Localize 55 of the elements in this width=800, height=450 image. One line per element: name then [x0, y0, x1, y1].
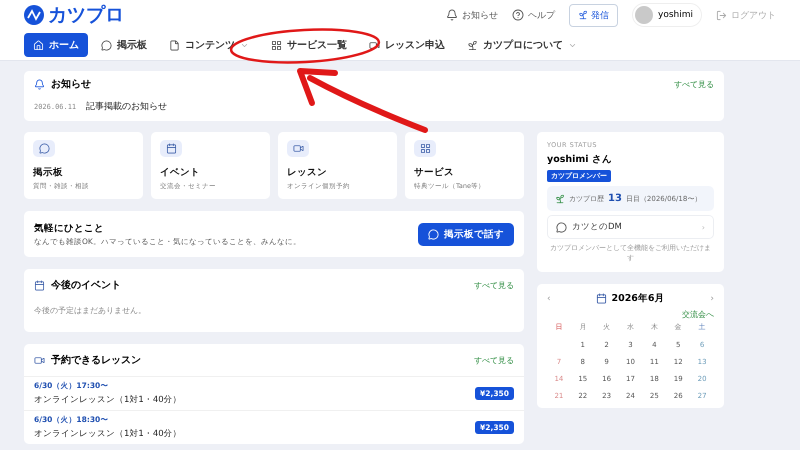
video-camera-icon — [369, 40, 380, 50]
user-name: yoshimi さん — [547, 153, 612, 166]
calendar-icon — [596, 293, 608, 304]
logo-text[interactable]: カツプロ — [48, 2, 124, 28]
empty-message: 今後の予定はまだありません。 — [33, 305, 147, 317]
nav-tab[interactable]: カツプロについて — [458, 33, 586, 57]
sprout-icon — [555, 194, 565, 204]
header-link[interactable]: ヘルプ — [512, 8, 555, 22]
calendar-title: 2026年6月 — [611, 292, 665, 305]
calendar-icon — [166, 143, 176, 154]
dm-link[interactable]: カツとのDM › — [547, 215, 714, 239]
lesson-title[interactable]: オンラインレッスン（1対1・40分） — [34, 428, 476, 440]
chat-bubble-icon — [101, 40, 112, 50]
chat-bubble-icon — [556, 222, 567, 232]
nav-tab[interactable]: レッスン申込 — [360, 33, 454, 57]
card-title: 今後のイベント — [51, 278, 122, 292]
chevron-icon: › — [702, 222, 705, 232]
see-all-link[interactable]: すべて見る — [474, 354, 514, 366]
grid-icon — [271, 40, 282, 50]
sprout-icon — [467, 40, 478, 50]
shortcut-title: レッスン — [287, 166, 328, 179]
prompt-title: 気軽にひとこと — [34, 222, 105, 234]
bell-icon — [446, 9, 458, 21]
document-icon — [169, 40, 180, 50]
logo-icon — [24, 5, 44, 25]
header-link[interactable]: お知らせ — [446, 8, 498, 22]
shortcut-title: サービス — [414, 166, 455, 179]
see-all-link[interactable]: すべて見る — [474, 280, 514, 290]
notice-link[interactable]: 記事掲載のお知らせ — [86, 100, 168, 113]
nav-tab[interactable]: サービス一覧 — [262, 33, 356, 57]
card-title: お知らせ — [51, 78, 92, 91]
help-icon — [512, 9, 524, 21]
grid-icon — [420, 143, 430, 154]
tenure-days: 13 — [608, 193, 622, 204]
chat-bubble-icon — [38, 143, 50, 154]
sprout-icon — [578, 10, 588, 20]
meetup-link[interactable]: 交流会へ — [547, 309, 714, 320]
chat-bubble-icon — [428, 228, 439, 240]
nav-tab[interactable]: 掲示板 — [92, 33, 156, 57]
see-all-link[interactable]: すべて見る — [674, 78, 714, 90]
board-button[interactable]: 掲示板で話す — [418, 222, 514, 246]
calendar-icon — [34, 280, 45, 290]
avatar — [635, 6, 653, 24]
logout-icon — [716, 10, 727, 20]
shortcut-title: 掲示板 — [33, 166, 64, 179]
lesson-title[interactable]: オンラインレッスン（1対1・40分） — [34, 394, 476, 406]
user-menu[interactable]: yoshimi — [632, 3, 702, 27]
card-title: 予約できるレッスン — [51, 354, 142, 367]
video-camera-icon — [34, 354, 45, 366]
home-icon — [33, 40, 44, 50]
shortcut-title: イベント — [160, 166, 201, 179]
post-button[interactable]: 発信 — [569, 4, 618, 26]
nav-tab[interactable]: ホーム — [24, 33, 88, 57]
video-camera-icon — [292, 143, 304, 154]
bell-icon — [34, 78, 45, 90]
